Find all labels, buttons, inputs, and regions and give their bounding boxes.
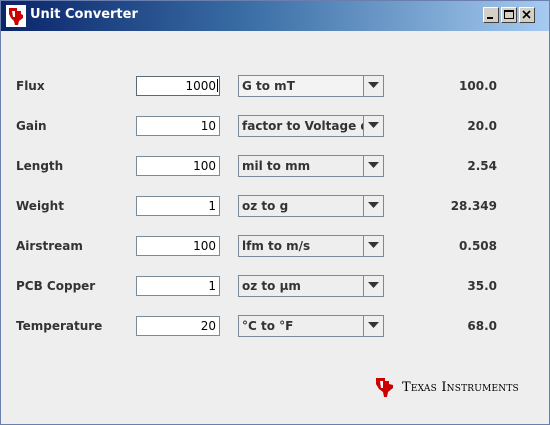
- length-dropdown-arrow[interactable]: [363, 156, 383, 176]
- temperature-dropdown-arrow[interactable]: [363, 316, 383, 336]
- weight-conversion-select[interactable]: oz to g: [238, 195, 384, 217]
- chevron-down-icon: [368, 82, 379, 88]
- length-conversion-value: mil to mm: [242, 159, 311, 173]
- airstream-dropdown-arrow[interactable]: [363, 236, 383, 256]
- weight-label: Weight: [16, 199, 64, 213]
- gain-conversion-select[interactable]: factor to Voltage dB: [238, 115, 384, 137]
- flux-input[interactable]: [136, 76, 220, 96]
- length-input[interactable]: [136, 156, 220, 176]
- length-conversion-select[interactable]: mil to mm: [238, 155, 384, 177]
- flux-label: Flux: [16, 79, 45, 93]
- weight-dropdown-arrow[interactable]: [363, 196, 383, 216]
- gain-label: Gain: [16, 119, 47, 133]
- chevron-down-icon: [368, 202, 379, 208]
- weight-input[interactable]: [136, 196, 220, 216]
- temperature-input[interactable]: [136, 316, 220, 336]
- chevron-down-icon: [368, 162, 379, 168]
- length-label: Length: [16, 159, 64, 173]
- pcb-copper-label: PCB Copper: [16, 279, 96, 293]
- temperature-conversion-select[interactable]: °C to °F: [238, 315, 384, 337]
- temperature-result: 68.0: [467, 319, 497, 333]
- minimize-icon: [487, 17, 493, 19]
- gain-input[interactable]: [136, 116, 220, 136]
- maximize-icon: [504, 10, 514, 19]
- airstream-conversion-select[interactable]: lfm to m/s: [238, 235, 384, 257]
- airstream-result: 0.508: [459, 239, 497, 253]
- pcb-copper-conversion-value: oz to µm: [242, 279, 301, 293]
- airstream-conversion-value: lfm to m/s: [242, 239, 311, 253]
- close-icon: [522, 10, 531, 19]
- chevron-down-icon: [368, 122, 379, 128]
- weight-result: 28.349: [450, 199, 497, 213]
- texas-instruments-wordmark: Texas Instruments: [402, 380, 519, 395]
- chevron-down-icon: [368, 322, 379, 328]
- airstream-input[interactable]: [136, 236, 220, 256]
- flux-result: 100.0: [459, 79, 497, 93]
- chevron-down-icon: [368, 242, 379, 248]
- chevron-down-icon: [368, 282, 379, 288]
- pcb-copper-input[interactable]: [136, 276, 220, 296]
- unit-converter-window: Unit Converter Flux G to mT 100.0 Gain f…: [0, 0, 550, 425]
- close-button[interactable]: [519, 7, 535, 23]
- airstream-label: Airstream: [16, 239, 83, 253]
- title-bar[interactable]: Unit Converter: [1, 1, 549, 31]
- text-caret: [217, 79, 218, 92]
- length-result: 2.54: [467, 159, 497, 173]
- pcb-copper-conversion-select[interactable]: oz to µm: [238, 275, 384, 297]
- maximize-button[interactable]: [501, 7, 517, 23]
- gain-result: 20.0: [467, 119, 497, 133]
- ti-logo-icon: [6, 5, 26, 27]
- gain-dropdown-arrow[interactable]: [363, 116, 383, 136]
- pcb-copper-dropdown-arrow[interactable]: [363, 276, 383, 296]
- pcb-copper-result: 35.0: [467, 279, 497, 293]
- weight-conversion-value: oz to g: [242, 199, 289, 213]
- flux-conversion-select[interactable]: G to mT: [238, 75, 384, 97]
- flux-dropdown-arrow[interactable]: [363, 76, 383, 96]
- flux-conversion-value: G to mT: [242, 79, 295, 93]
- temperature-label: Temperature: [16, 319, 103, 333]
- minimize-button[interactable]: [483, 7, 499, 23]
- window-title: Unit Converter: [30, 7, 138, 22]
- gain-conversion-value: factor to Voltage dB: [242, 119, 379, 133]
- temperature-conversion-value: °C to °F: [242, 319, 294, 333]
- ti-logo-icon: [376, 378, 393, 397]
